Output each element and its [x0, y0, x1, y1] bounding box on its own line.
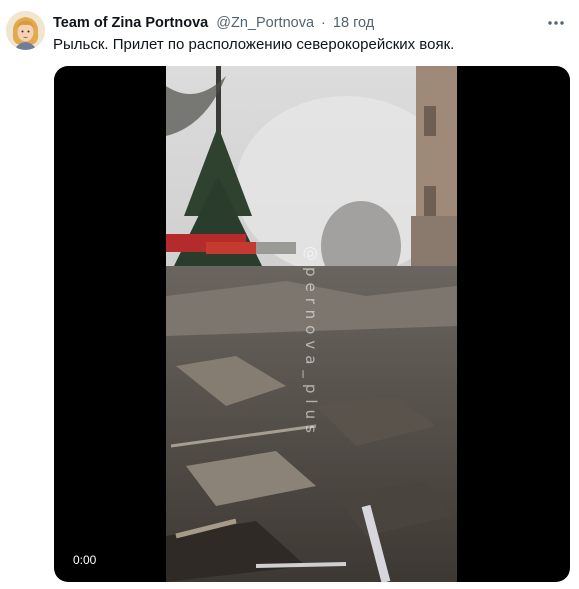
video-thumbnail-image: @pernova_plus: [166, 66, 457, 582]
tweet-timestamp[interactable]: 18 год: [333, 15, 374, 31]
more-horizontal-icon: [548, 21, 564, 25]
tweet-card[interactable]: Team of Zina Portnova @Zn_Portnova · 18 …: [0, 0, 579, 589]
video-current-time: 0:00: [73, 553, 97, 567]
tweet-header: Team of Zina Portnova @Zn_Portnova · 18 …: [53, 13, 374, 33]
video-player[interactable]: @pernova_plus 0:00: [54, 66, 570, 582]
video-watermark: @pernova_plus: [301, 246, 320, 439]
author-handle[interactable]: @Zn_Portnova: [216, 15, 314, 31]
tweet-text: Рыльск. Прилет по расположению северокор…: [53, 36, 455, 53]
author-display-name[interactable]: Team of Zina Portnova: [53, 15, 208, 31]
video-frame: @pernova_plus: [166, 66, 457, 582]
author-avatar[interactable]: [6, 11, 45, 50]
more-options-button[interactable]: [541, 8, 571, 38]
avatar-portrait-icon: [6, 11, 45, 50]
header-separator: ·: [321, 15, 326, 31]
